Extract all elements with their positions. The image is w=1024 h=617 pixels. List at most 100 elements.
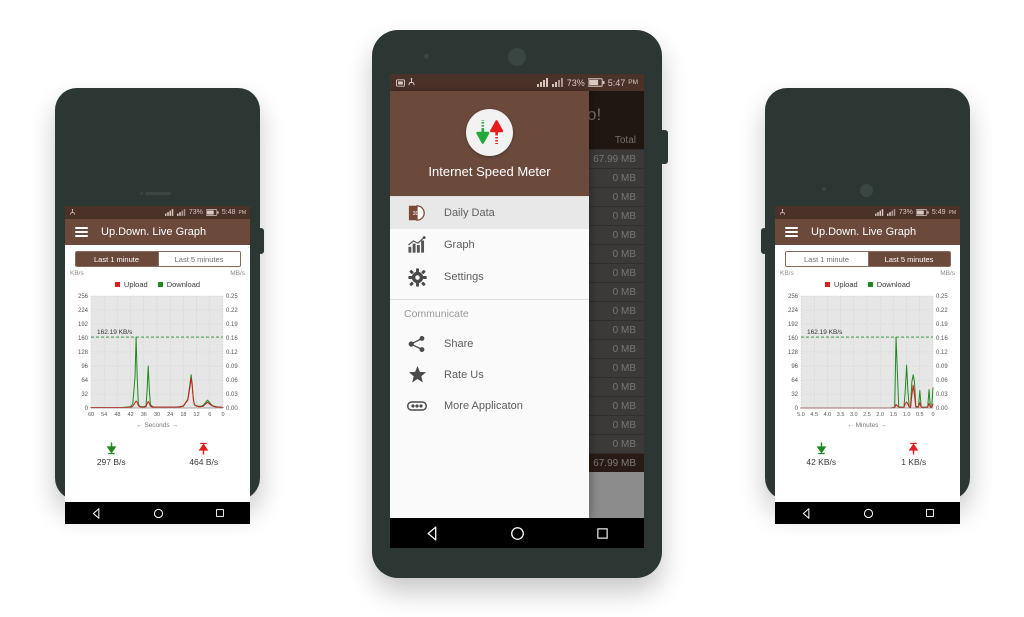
live-graph-svg-right: 162.19 KB/s 0 32 64 96 128 160 192 224 256 0.00 0.0… <box>788 294 948 429</box>
svg-text:0.00: 0.00 <box>226 406 238 412</box>
svg-text:0.03: 0.03 <box>936 392 948 398</box>
svg-text:2.5: 2.5 <box>863 412 871 418</box>
phone-center-side-button <box>660 130 668 164</box>
speed-summary-left: 297 B/s 464 B/s <box>65 440 250 467</box>
svg-text:0.5: 0.5 <box>916 412 924 418</box>
svg-text:← Seconds →: ← Seconds → <box>136 422 178 429</box>
download-speed-right: 42 KB/s <box>806 457 837 467</box>
drawer-item-graph[interactable]: Graph <box>390 229 589 261</box>
download-arrow-icon <box>816 442 827 455</box>
unit-left-axis-right: KB/s <box>780 270 794 277</box>
legend-upload-swatch <box>824 282 830 287</box>
status-indicators-center: 73% 5:47 PM <box>536 77 638 88</box>
app-bar-title-left: Up.Down. Live Graph <box>101 226 207 238</box>
svg-text:0.16: 0.16 <box>936 336 948 342</box>
back-icon[interactable] <box>425 525 440 541</box>
upload-arrow-icon <box>198 442 209 455</box>
drawer-item-more-application[interactable]: More Applicaton <box>390 390 589 421</box>
svg-text:128: 128 <box>78 350 89 356</box>
drawer-item-share[interactable]: Share <box>390 328 589 359</box>
tab-last-5-minutes-left[interactable]: Last 5 minutes <box>157 252 240 266</box>
signal-bars-2-icon <box>176 209 186 216</box>
clock-center: 5:47 <box>607 77 626 88</box>
app-bar-right: Up.Down. Live Graph <box>775 219 960 245</box>
svg-text:0.09: 0.09 <box>226 364 238 370</box>
signal-bars-2-icon <box>886 209 896 216</box>
phone-center-sensor <box>424 54 429 59</box>
svg-text:128: 128 <box>788 350 799 356</box>
chart-legend-left: Upload Download <box>65 280 250 289</box>
phone-right: 73% 5:49 PM Up.Down. Live Graph Last 1 m… <box>761 88 970 524</box>
battery-percent-center: 73% <box>566 77 585 88</box>
battery-percent-left: 73% <box>188 209 203 216</box>
drawer-item-settings[interactable]: Settings <box>390 261 589 293</box>
link-icon <box>404 400 430 412</box>
signal-bars-2-icon <box>551 78 563 87</box>
segmented-control-left: Last 1 minute Last 5 minutes <box>74 251 241 267</box>
svg-text:24: 24 <box>167 412 173 418</box>
drawer-item-label: More Applicaton <box>444 399 523 412</box>
back-icon[interactable] <box>91 507 102 519</box>
navigation-drawer: Internet Speed Meter 30 Daily Data Graph… <box>390 91 589 518</box>
phone-left-sensor <box>140 192 143 195</box>
download-arrow-icon <box>106 442 117 455</box>
drawer-item-daily-data[interactable]: 30 Daily Data <box>390 197 589 229</box>
phone-right-side-button <box>761 228 767 254</box>
drawer-item-rate-us[interactable]: Rate Us <box>390 359 589 390</box>
android-nav-bar-center <box>390 518 644 548</box>
download-speed-block-left: 297 B/s <box>65 442 158 467</box>
phone-left-screen: 73% 5:48 PM Up.Down. Live Graph Last 1 m… <box>65 206 250 524</box>
clock-meridiem-center: PM <box>628 79 638 86</box>
legend-download-swatch <box>157 282 163 287</box>
upload-speed-right: 1 KB/s <box>901 457 927 467</box>
svg-text:12: 12 <box>194 412 200 418</box>
screenshot-canvas: 73% 5:48 PM Up.Down. Live Graph Last 1 m… <box>0 0 1024 617</box>
recents-icon[interactable] <box>925 508 935 518</box>
home-icon[interactable] <box>153 508 164 519</box>
svg-text:2.0: 2.0 <box>876 412 884 418</box>
back-icon[interactable] <box>801 507 812 519</box>
clock-right: 5:49 <box>931 209 946 216</box>
home-icon[interactable] <box>863 508 874 519</box>
tab-last-1-minute-left[interactable]: Last 1 minute <box>75 252 158 266</box>
svg-text:96: 96 <box>81 364 88 370</box>
drawer-section-label: Communicate <box>404 308 469 320</box>
svg-text:54: 54 <box>101 412 107 418</box>
svg-text:224: 224 <box>788 308 799 314</box>
upload-arrow-icon <box>908 442 919 455</box>
svg-text:0.00: 0.00 <box>936 406 948 412</box>
legend-download-label: Download <box>876 280 911 289</box>
menu-icon[interactable] <box>75 227 88 237</box>
daily-data-icon: 30 <box>404 204 430 222</box>
home-icon[interactable] <box>510 526 525 541</box>
phone-center: 73% 5:47 PM Pro! Total 67.99 MB <box>372 30 668 578</box>
svg-text:0.25: 0.25 <box>936 294 948 300</box>
status-bar-right: 73% 5:49 PM <box>775 206 960 219</box>
star-icon <box>404 365 430 384</box>
battery-icon <box>205 209 219 216</box>
svg-text:192: 192 <box>788 322 799 328</box>
svg-text:30: 30 <box>154 412 160 418</box>
svg-text:256: 256 <box>788 294 799 300</box>
clock-left: 5:48 <box>221 209 236 216</box>
status-bar-left: 73% 5:48 PM <box>65 206 250 219</box>
tab-last-5-minutes-right[interactable]: Last 5 minutes <box>867 252 950 266</box>
menu-icon[interactable] <box>785 227 798 237</box>
svg-text:162.19 KB/s: 162.19 KB/s <box>807 329 843 336</box>
phone-center-camera <box>508 48 526 66</box>
status-indicators-right: 73% 5:49 PM <box>874 209 956 216</box>
svg-text:0: 0 <box>931 412 934 418</box>
tab-last-1-minute-right[interactable]: Last 1 minute <box>785 252 868 266</box>
svg-text:160: 160 <box>78 336 89 342</box>
phone-right-camera <box>860 184 873 197</box>
app-bar-title-right: Up.Down. Live Graph <box>811 226 917 238</box>
phone-left-earpiece <box>145 192 171 195</box>
signal-bars-icon <box>536 78 548 87</box>
chart-legend-right: Upload Download <box>775 280 960 289</box>
status-icons-right <box>779 209 786 216</box>
legend-upload-swatch <box>114 282 120 287</box>
svg-text:160: 160 <box>788 336 799 342</box>
recents-icon[interactable] <box>215 508 225 518</box>
recents-icon[interactable] <box>596 527 609 540</box>
svg-text:0.22: 0.22 <box>226 308 238 314</box>
